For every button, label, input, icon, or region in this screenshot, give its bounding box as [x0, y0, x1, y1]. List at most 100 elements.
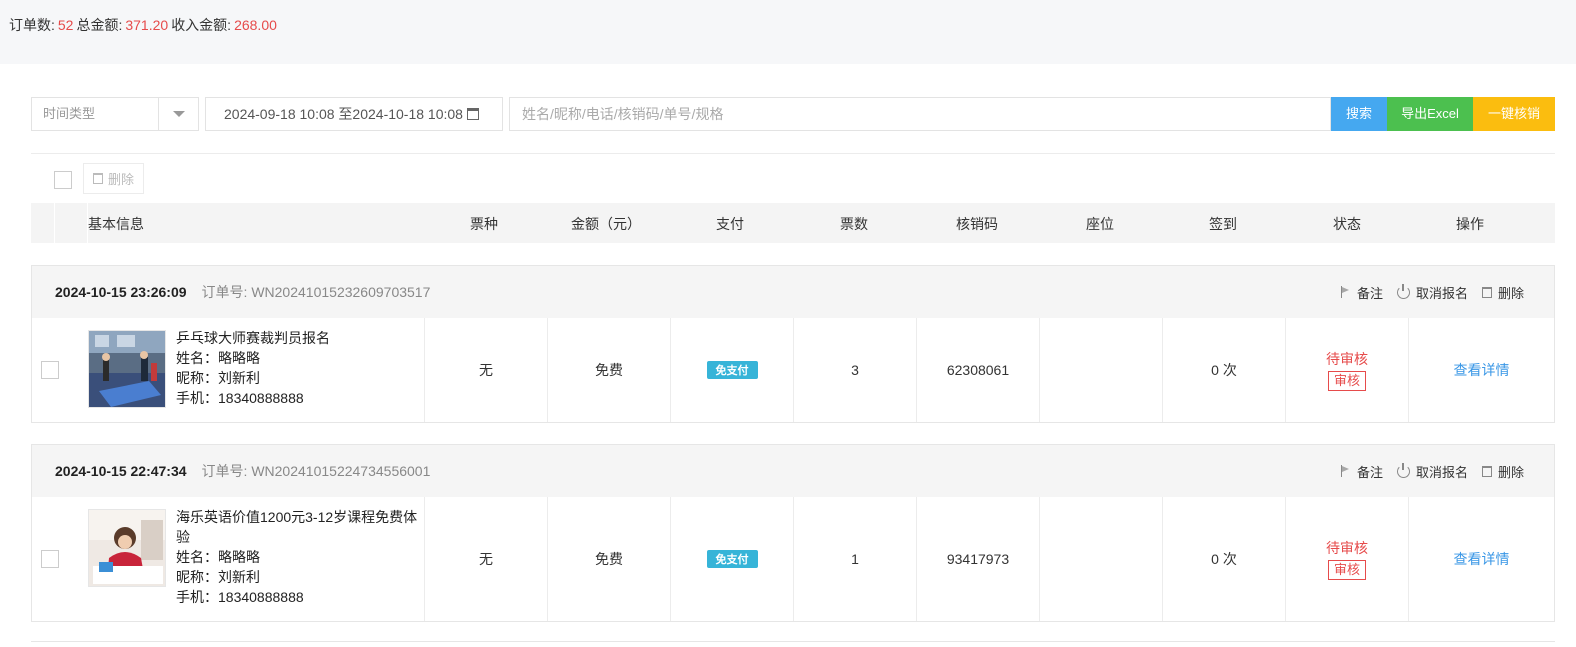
- cancel-label: 取消报名: [1415, 285, 1468, 301]
- search-button[interactable]: 搜索: [1331, 97, 1387, 131]
- time-type-select[interactable]: 时间类型: [31, 97, 199, 131]
- delete-label: 删除: [1497, 464, 1524, 480]
- col-ticket-count: 票数: [840, 216, 868, 232]
- status-badge: 待审核: [1326, 351, 1368, 367]
- delete-order-button[interactable]: 删除: [1481, 462, 1524, 481]
- actions-cell: 查看详情: [1408, 497, 1554, 621]
- col-ticket-type: 票种: [470, 216, 498, 232]
- basic-info-cell: 乒乓球大师赛裁判员报名 姓名：略略略 昵称：刘新利 手机：18340888888: [88, 318, 424, 422]
- payment-cell: 免支付: [670, 497, 793, 621]
- status-cell: 待审核 审核: [1285, 497, 1408, 621]
- trash-icon: [93, 173, 103, 184]
- bulk-delete-label: 删除: [108, 172, 135, 187]
- audit-button[interactable]: 审核: [1327, 560, 1366, 580]
- ticket-count-cell: 3: [793, 318, 916, 422]
- event-thumbnail: [88, 509, 166, 587]
- registrant-phone: 手机：18340888888: [176, 589, 304, 605]
- col-verify-code: 核销码: [956, 216, 998, 232]
- power-icon: [1396, 462, 1410, 478]
- row-checkbox-cell: [32, 318, 88, 422]
- col-status: 状态: [1333, 216, 1361, 232]
- ticket-type-cell: 无: [424, 497, 547, 621]
- view-details-link[interactable]: 查看详情: [1454, 360, 1510, 380]
- order-header: 2024-10-15 23:26:09 订单号: WN2024101523260…: [32, 266, 1554, 318]
- trash-icon: [1481, 465, 1492, 477]
- verify-all-button[interactable]: 一键核销: [1473, 97, 1555, 131]
- registrant-nickname: 昵称：刘新利: [176, 569, 260, 585]
- seat-cell: [1039, 497, 1162, 621]
- ticket-count-cell: 1: [793, 497, 916, 621]
- bulk-delete-button[interactable]: 删除: [83, 163, 145, 194]
- delete-order-button[interactable]: 删除: [1481, 283, 1524, 302]
- actions-cell: 查看详情: [1408, 318, 1554, 422]
- table-row: 海乐英语价值1200元3-12岁课程免费体验 姓名：略略略 昵称：刘新利 手机：…: [32, 497, 1554, 621]
- date-range-value: 2024-09-18 10:08 至2024-10-18 10:08: [224, 106, 463, 122]
- power-icon: [1396, 283, 1410, 299]
- order-number: 订单号: WN20241015224734556001: [201, 463, 431, 479]
- order-time: 2024-10-15 22:47:34: [55, 463, 187, 479]
- note-button[interactable]: 备注: [1340, 462, 1383, 481]
- delete-label: 删除: [1497, 285, 1524, 301]
- total-label: 总金额:: [76, 17, 123, 33]
- audit-button[interactable]: 审核: [1327, 371, 1366, 391]
- event-title: 海乐英语价值1200元3-12岁课程免费体验: [176, 509, 418, 545]
- col-amount: 金额（元）: [571, 216, 641, 232]
- verify-code-cell: 93417973: [916, 497, 1039, 621]
- divider: [31, 153, 1555, 154]
- note-label: 备注: [1356, 285, 1383, 301]
- cancel-registration-button[interactable]: 取消报名: [1396, 462, 1468, 481]
- search-input[interactable]: [509, 97, 1331, 131]
- flag-icon: [1340, 286, 1351, 298]
- note-button[interactable]: 备注: [1340, 283, 1383, 302]
- view-details-link[interactable]: 查看详情: [1454, 549, 1510, 569]
- row-checkbox[interactable]: [41, 361, 59, 379]
- next-order-card-edge: [31, 641, 1555, 647]
- export-excel-button[interactable]: 导出Excel: [1387, 97, 1473, 131]
- col-checkin: 签到: [1209, 216, 1237, 232]
- order-number: 订单号: WN20241015232609703517: [201, 284, 431, 300]
- order-summary: 订单数: 52 总金额: 371.20 收入金额: 268.00: [0, 0, 1576, 64]
- checkin-cell: 0 次: [1162, 318, 1285, 422]
- col-seat: 座位: [1086, 216, 1114, 232]
- event-title: 乒乓球大师赛裁判员报名: [176, 330, 330, 346]
- col-basic-info: 基本信息: [88, 216, 144, 232]
- amount-cell: 免费: [547, 497, 670, 621]
- table-header: 基本信息 票种 金额（元） 支付 票数 核销码 座位 签到 状态 操作: [31, 203, 1555, 243]
- time-type-value: 时间类型: [43, 106, 96, 121]
- note-label: 备注: [1356, 464, 1383, 480]
- checkin-cell: 0 次: [1162, 497, 1285, 621]
- seat-cell: [1039, 318, 1162, 422]
- basic-info-cell: 海乐英语价值1200元3-12岁课程免费体验 姓名：略略略 昵称：刘新利 手机：…: [88, 497, 424, 621]
- income-amount: 268.00: [234, 17, 277, 33]
- cancel-label: 取消报名: [1415, 464, 1468, 480]
- payment-badge: 免支付: [706, 361, 758, 379]
- payment-cell: 免支付: [670, 318, 793, 422]
- order-header: 2024-10-15 22:47:34 订单号: WN2024101522473…: [32, 445, 1554, 497]
- flag-icon: [1340, 465, 1351, 477]
- date-range-input[interactable]: 2024-09-18 10:08 至2024-10-18 10:08: [205, 97, 503, 131]
- col-payment: 支付: [716, 216, 744, 232]
- row-checkbox[interactable]: [41, 550, 59, 568]
- table-row: 乒乓球大师赛裁判员报名 姓名：略略略 昵称：刘新利 手机：18340888888…: [32, 318, 1554, 422]
- chevron-down-icon[interactable]: [158, 98, 198, 130]
- row-checkbox-cell: [32, 497, 88, 621]
- order-count: 52: [57, 17, 74, 33]
- payment-badge: 免支付: [706, 550, 758, 568]
- registrant-name: 姓名：略略略: [176, 549, 260, 565]
- trash-icon: [1481, 286, 1492, 298]
- registrant-name: 姓名：略略略: [176, 350, 260, 366]
- total-amount: 371.20: [125, 17, 169, 33]
- status-cell: 待审核 审核: [1285, 318, 1408, 422]
- order-count-label: 订单数:: [9, 17, 55, 33]
- order-card: 2024-10-15 23:26:09 订单号: WN2024101523260…: [31, 265, 1555, 423]
- income-label: 收入金额:: [171, 17, 232, 33]
- registrant-phone: 手机：18340888888: [176, 390, 304, 406]
- cancel-registration-button[interactable]: 取消报名: [1396, 283, 1468, 302]
- order-card: 2024-10-15 22:47:34 订单号: WN2024101522473…: [31, 444, 1555, 622]
- col-actions: 操作: [1456, 216, 1484, 232]
- select-all-checkbox[interactable]: [54, 171, 72, 189]
- ticket-type-cell: 无: [424, 318, 547, 422]
- registrant-nickname: 昵称：刘新利: [176, 370, 260, 386]
- filter-bar: 时间类型 2024-09-18 10:08 至2024-10-18 10:08 …: [31, 97, 1555, 131]
- verify-code-cell: 62308061: [916, 318, 1039, 422]
